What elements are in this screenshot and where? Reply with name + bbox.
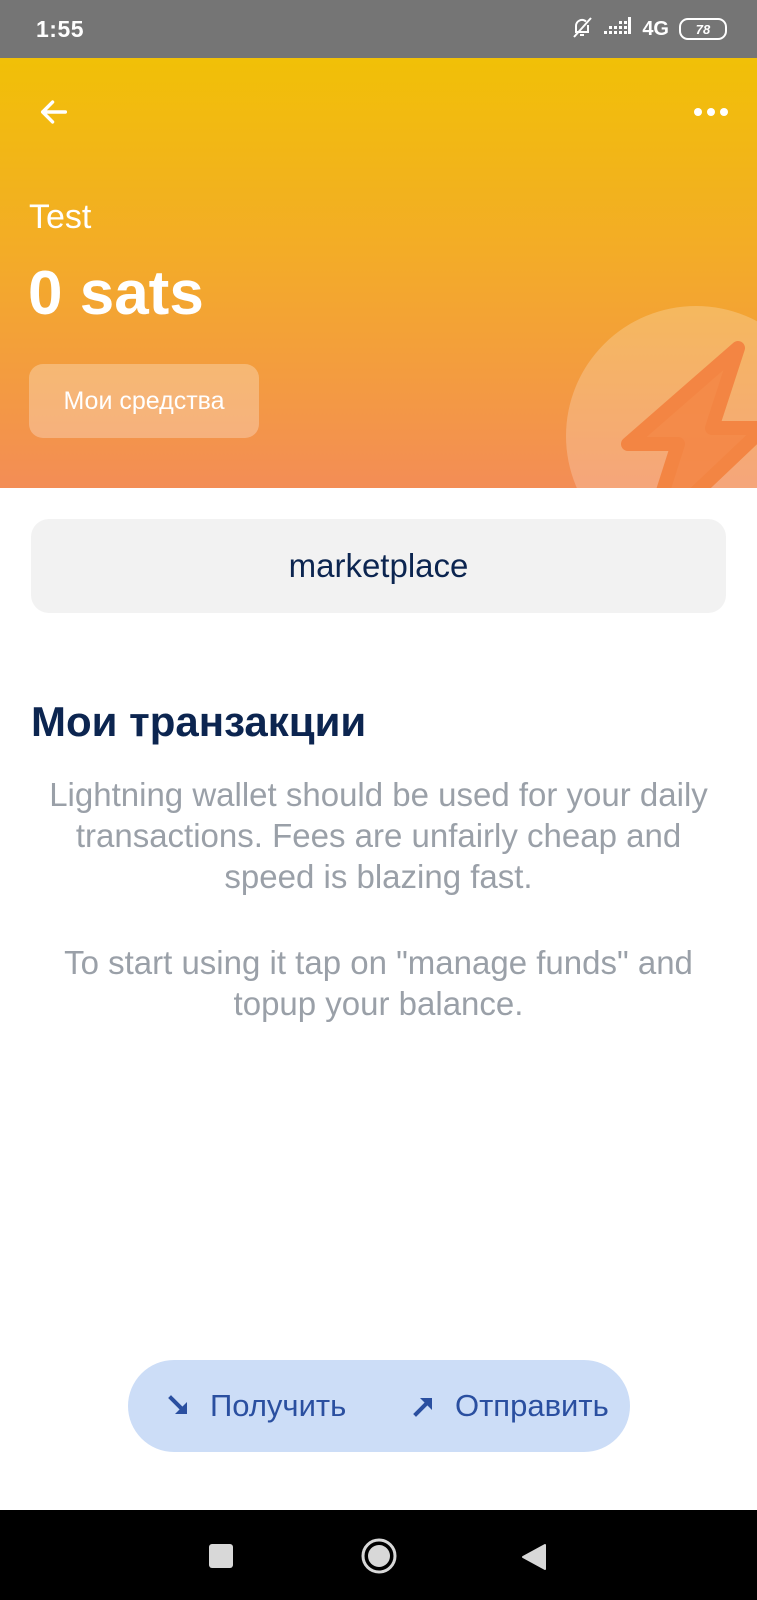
- home-icon[interactable]: [360, 1537, 398, 1575]
- arrow-left-icon: [40, 100, 68, 124]
- empty-state-text-2: To start using it tap on "manage funds" …: [64, 944, 693, 1022]
- lightning-bolt-icon: [566, 306, 757, 488]
- more-horizontal-icon: [694, 108, 728, 116]
- send-label: Отправить: [455, 1388, 609, 1423]
- marketplace-button[interactable]: marketplace: [31, 519, 726, 613]
- wallet-balance[interactable]: 0 sats: [28, 258, 204, 329]
- wallet-screen: 1:55 4G 78 Test 0 sats Мои средства mark…: [0, 0, 757, 1600]
- more-options-button[interactable]: [687, 88, 735, 136]
- battery-level: 78: [695, 21, 711, 37]
- recent-apps-icon[interactable]: [209, 1544, 233, 1568]
- empty-state-text-1: Lightning wallet should be used for your…: [49, 776, 708, 895]
- action-pill: Получить Отправить: [128, 1360, 630, 1452]
- status-icons: 4G 78: [570, 14, 727, 44]
- arrow-up-right-icon: [413, 1398, 432, 1417]
- receive-label: Получить: [210, 1388, 347, 1423]
- send-button[interactable]: Отправить: [413, 1360, 609, 1452]
- navigation-bar: [0, 1510, 757, 1600]
- status-bar: 1:55 4G 78: [0, 0, 757, 58]
- back-icon[interactable]: [521, 1543, 547, 1571]
- battery-icon: 78: [679, 18, 727, 40]
- back-button[interactable]: [30, 88, 78, 136]
- wallet-header: Test 0 sats Мои средства: [0, 58, 757, 488]
- status-time: 1:55: [36, 16, 85, 42]
- manage-funds-button[interactable]: Мои средства: [29, 364, 259, 438]
- arrow-down-right-icon: [168, 1395, 187, 1414]
- network-type: 4G: [642, 17, 669, 40]
- receive-button[interactable]: Получить: [168, 1360, 346, 1452]
- bell-off-icon: [570, 15, 594, 44]
- signal-icon: [604, 16, 632, 42]
- transactions-title: Мои транзакции: [31, 698, 367, 745]
- transactions-empty-state: Lightning wallet should be used for your…: [40, 774, 717, 1024]
- wallet-label: Test: [29, 198, 92, 236]
